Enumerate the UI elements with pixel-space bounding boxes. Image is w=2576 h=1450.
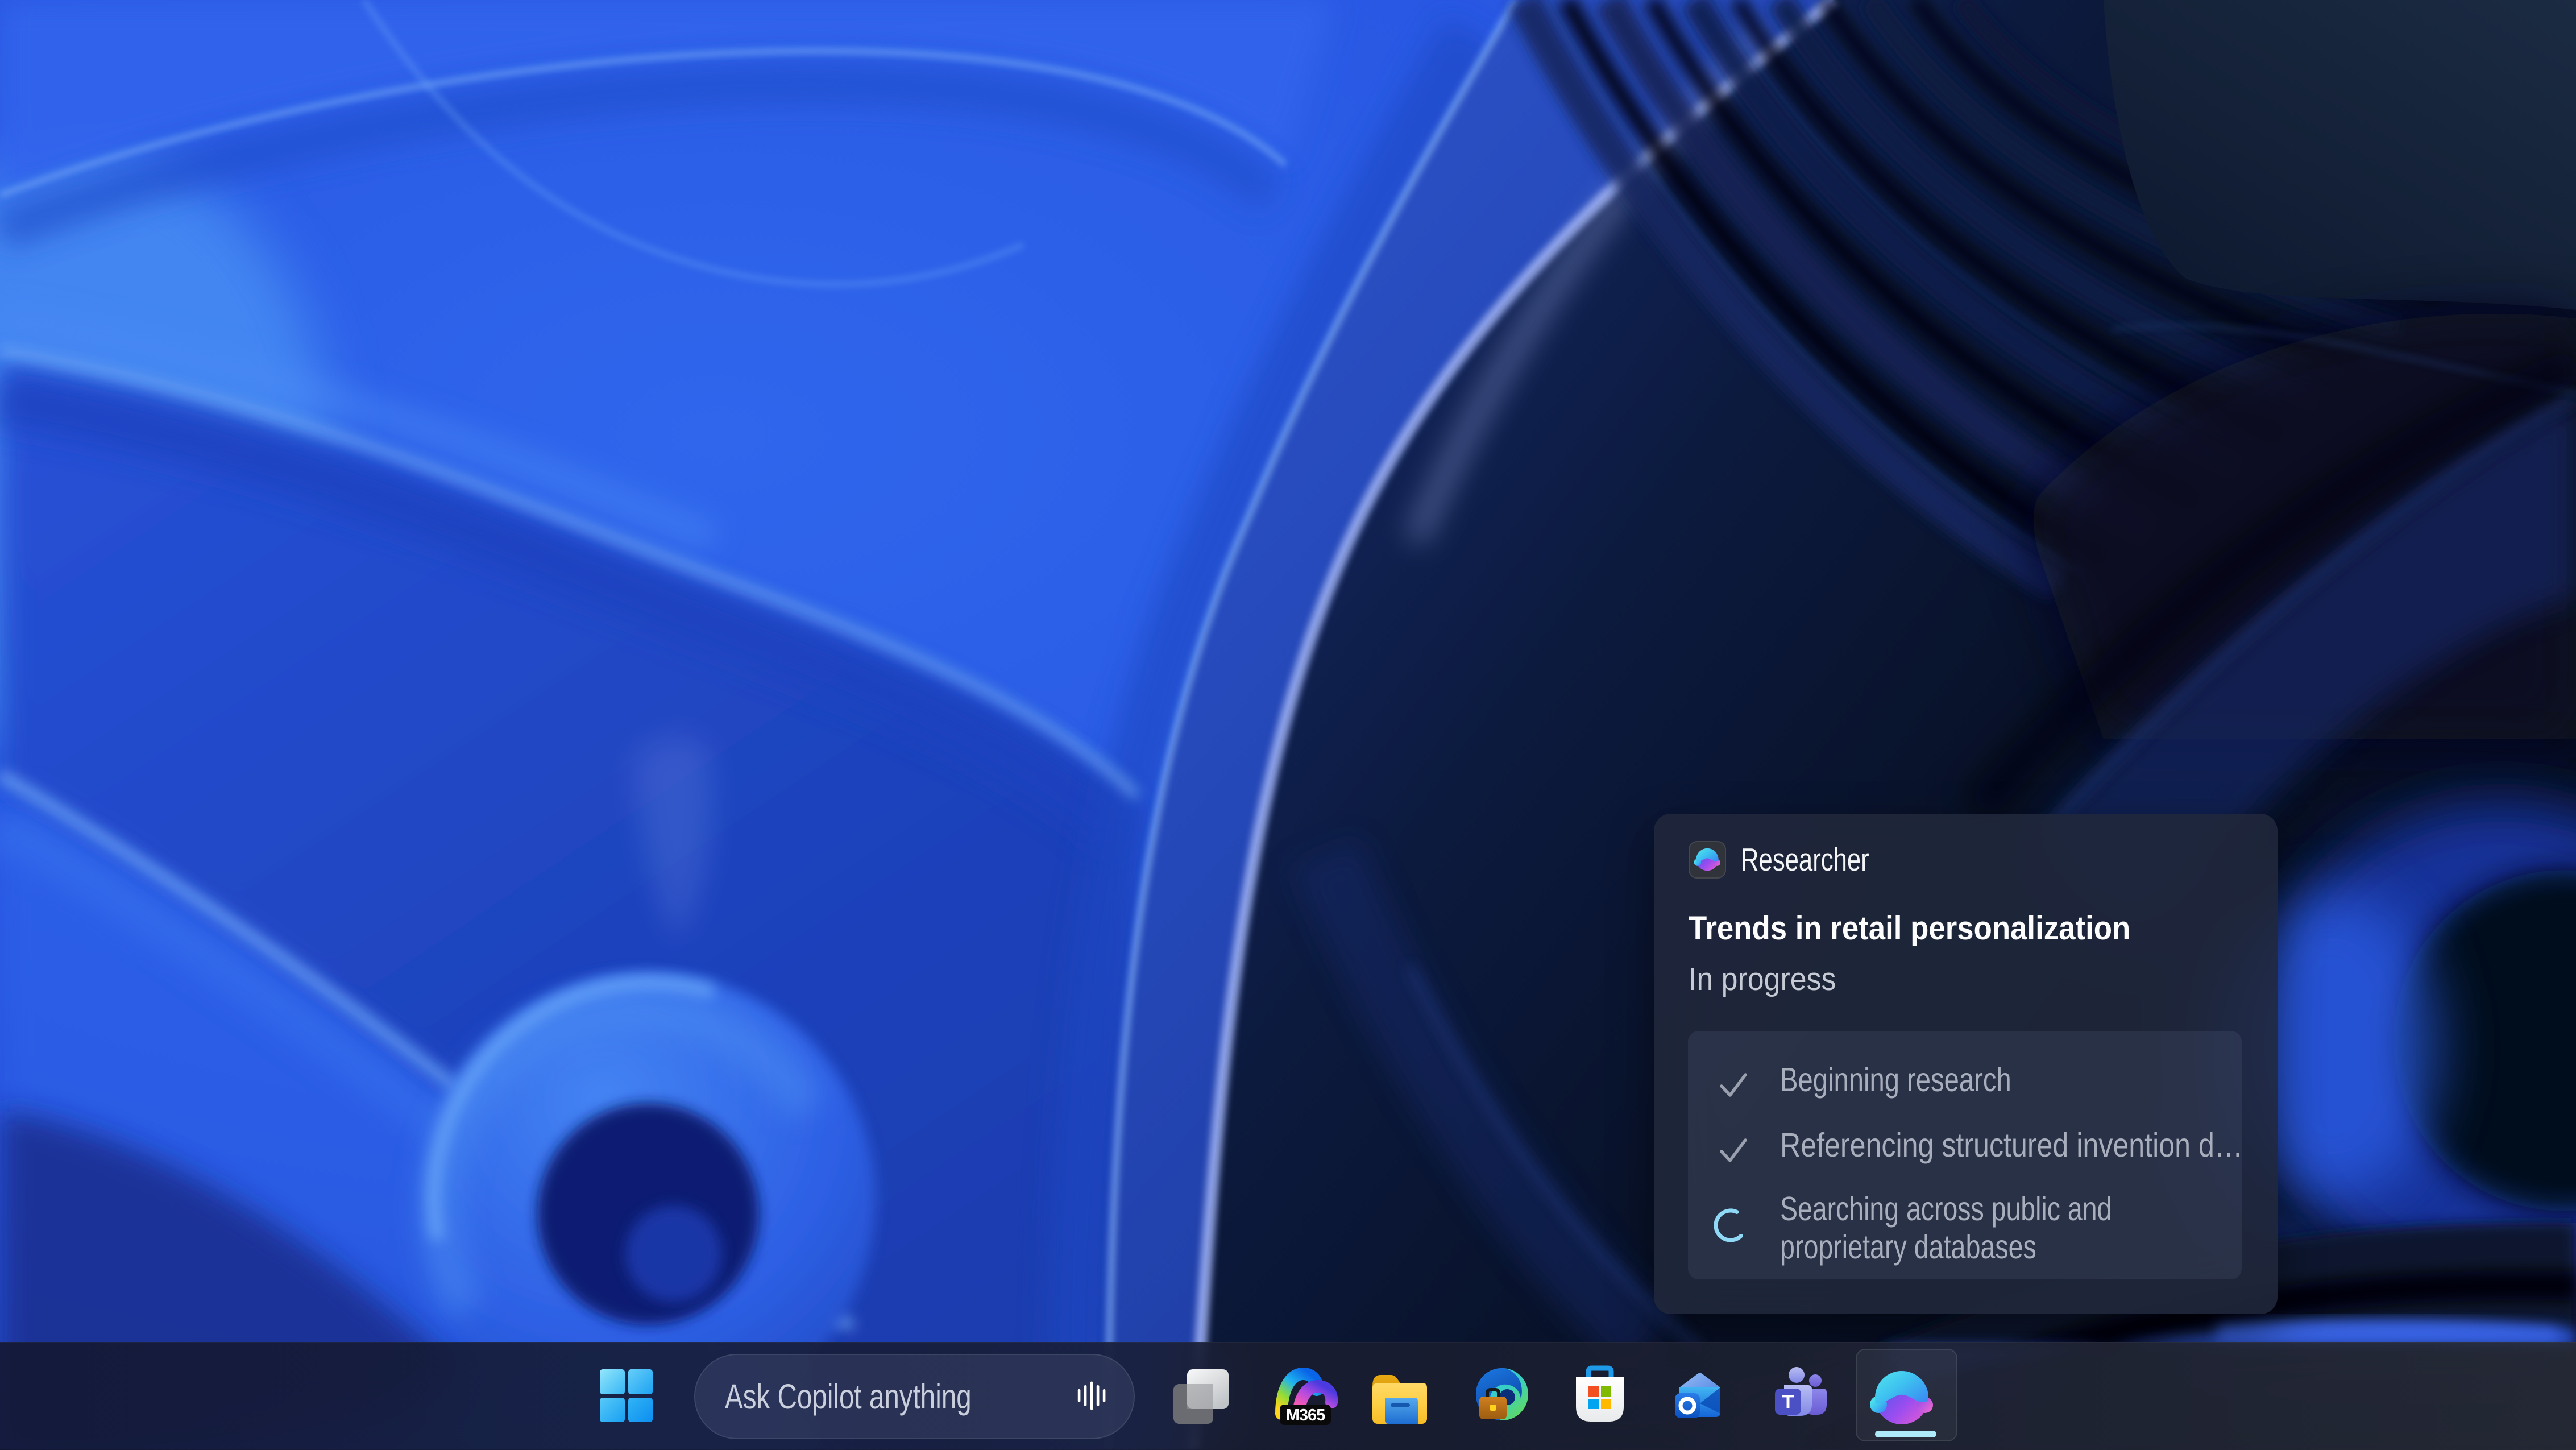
svg-text:T: T [1782, 1391, 1794, 1413]
svg-text:M365: M365 [1286, 1406, 1325, 1424]
